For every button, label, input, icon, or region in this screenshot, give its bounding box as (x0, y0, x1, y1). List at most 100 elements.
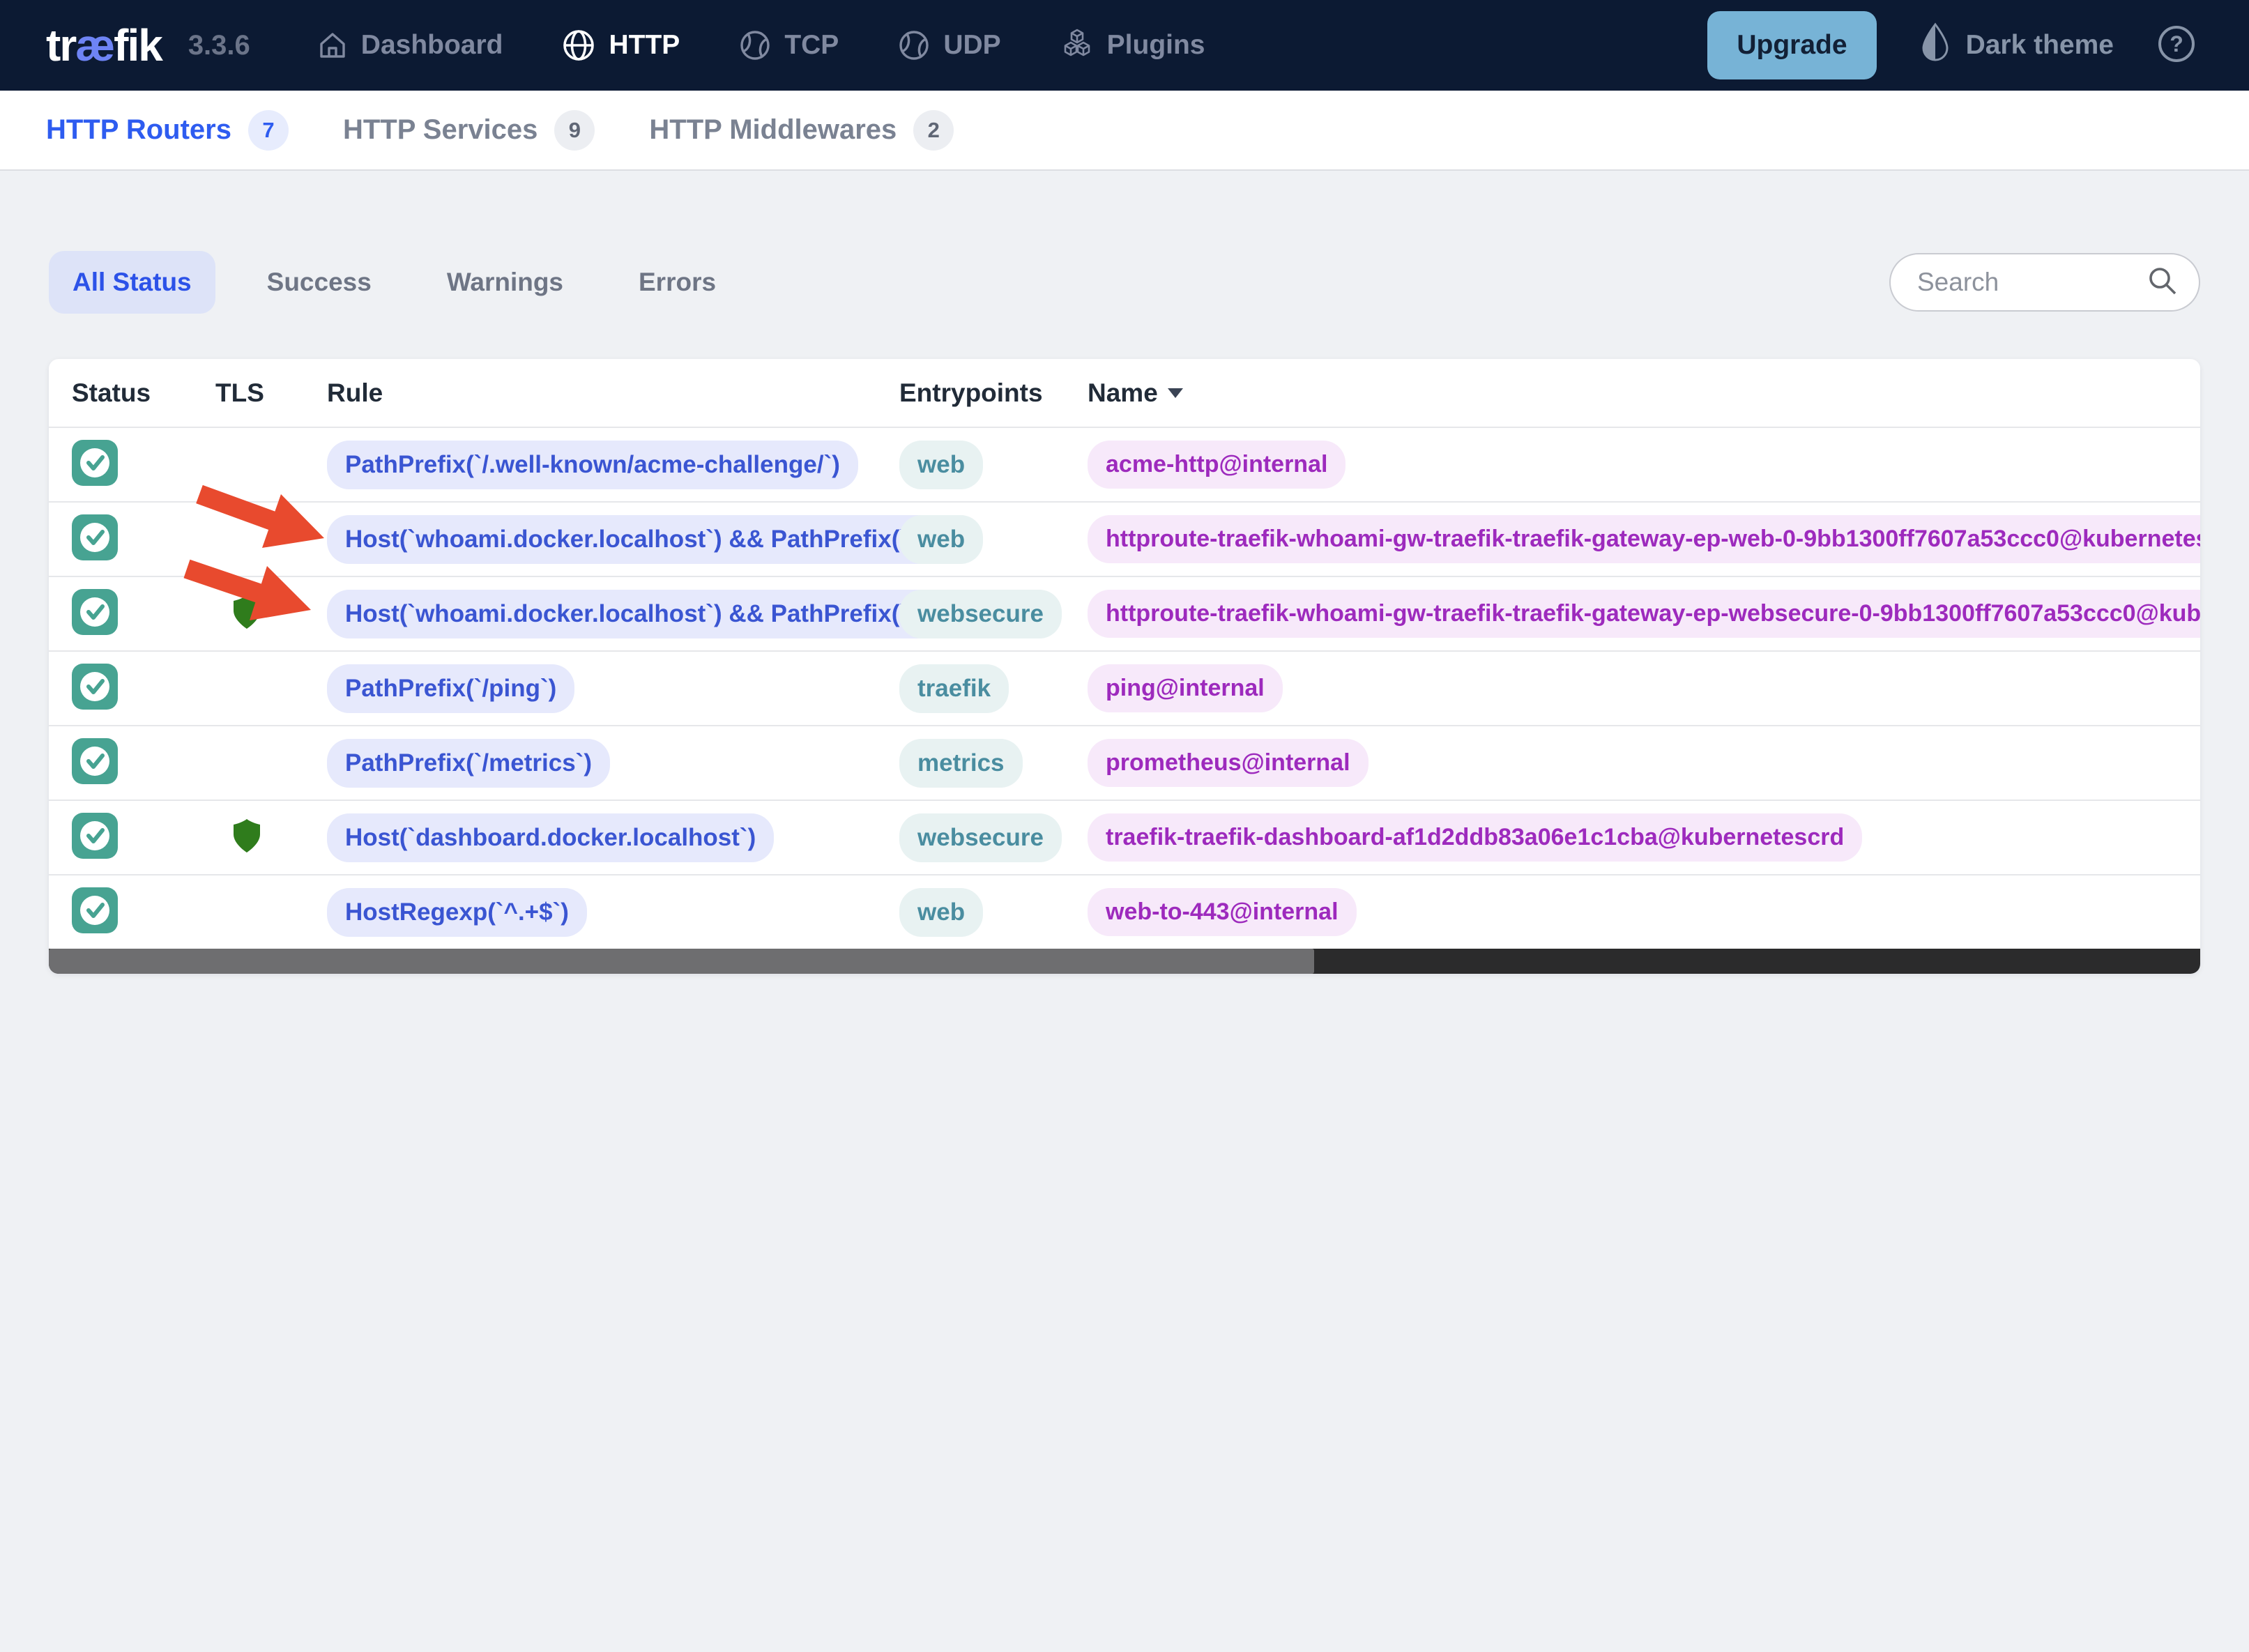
column-header-name[interactable]: Name (1088, 378, 2200, 408)
status-cell (72, 813, 215, 862)
nav-item-label: TCP (784, 30, 839, 60)
name-cell: acme-http@internal (1088, 441, 2200, 489)
filter-warnings[interactable]: Warnings (423, 251, 587, 314)
nav-item-udp[interactable]: UDP (897, 29, 1001, 62)
entrypoint-pill: web (899, 887, 984, 937)
status-cell (72, 514, 215, 564)
main-nav: Dashboard HTTP TCP UDP Plugins (317, 28, 1205, 63)
name-pill: ping@internal (1088, 664, 1283, 712)
rule-pill: Host(`whoami.docker.localhost`) && PathP… (327, 589, 950, 638)
name-cell: httproute-traefik-whoami-gw-traefik-trae… (1088, 590, 2200, 638)
tab-label: HTTP Middlewares (649, 114, 897, 145)
rule-pill: Host(`whoami.docker.localhost`) && PathP… (327, 514, 950, 564)
nav-item-http[interactable]: HTTP (561, 28, 680, 63)
nav-item-label: Plugins (1106, 30, 1205, 60)
logo-text: tr (46, 20, 77, 70)
filter-success[interactable]: Success (243, 251, 395, 314)
svg-text:?: ? (2170, 31, 2183, 56)
column-header-entrypoints: Entrypoints (899, 378, 1043, 407)
table-row[interactable]: Host(`whoami.docker.localhost`) && PathP… (49, 576, 2200, 650)
column-header-rule: Rule (327, 378, 383, 407)
name-cell: httproute-traefik-whoami-gw-traefik-trae… (1088, 515, 2200, 563)
name-pill: traefik-traefik-dashboard-af1d2ddb83a06e… (1088, 813, 1863, 862)
name-pill: acme-http@internal (1088, 441, 1346, 489)
entrypoint-pill: traefik (899, 664, 1009, 713)
rule-cell: PathPrefix(`/ping`) (327, 664, 899, 713)
count-badge: 7 (247, 109, 289, 151)
entrypoints-cell: websecure (899, 589, 1088, 638)
navbar-right: Upgrade Dark theme ? (1707, 11, 2196, 79)
entrypoint-pill: metrics (899, 738, 1023, 788)
search-box (1889, 253, 2200, 312)
table-row[interactable]: HostRegexp(`^.+$`) web web-to-443@intern… (49, 874, 2200, 949)
traefik-logo[interactable]: tr æ fik (46, 20, 163, 71)
rule-cell: Host(`whoami.docker.localhost`) && PathP… (327, 589, 950, 638)
rule-cell: Host(`dashboard.docker.localhost`) (327, 813, 899, 862)
nav-item-plugins[interactable]: Plugins (1060, 28, 1205, 63)
tls-cell (215, 594, 327, 634)
status-cell (72, 887, 215, 937)
nav-item-label: Dashboard (360, 30, 503, 60)
table-header: Status TLS Rule Entrypoints Name (49, 359, 2200, 427)
tls-shield-icon (231, 594, 263, 630)
upgrade-button[interactable]: Upgrade (1707, 11, 1877, 79)
version-label: 3.3.6 (188, 29, 250, 61)
cubes-icon (1060, 28, 1095, 63)
tab-label: HTTP Services (342, 114, 538, 145)
rule-pill: PathPrefix(`/.well-known/acme-challenge/… (327, 440, 858, 489)
name-cell: ping@internal (1088, 664, 2200, 712)
theme-toggle[interactable]: Dark theme (1920, 22, 2114, 68)
nav-item-tcp[interactable]: TCP (738, 29, 839, 62)
tab-http-routers[interactable]: HTTP Routers 7 (46, 109, 289, 151)
theme-toggle-label: Dark theme (1965, 30, 2114, 60)
horizontal-scrollbar-track (49, 949, 2200, 974)
nav-item-dashboard[interactable]: Dashboard (317, 29, 503, 61)
name-pill: httproute-traefik-whoami-gw-traefik-trae… (1088, 590, 2200, 638)
protocol-sphere-icon (897, 29, 931, 62)
help-button[interactable]: ? (2157, 24, 2196, 67)
status-cell (72, 738, 215, 788)
tls-cell (215, 818, 327, 857)
status-filters: All Status Success Warnings Errors (49, 251, 740, 314)
rule-cell: HostRegexp(`^.+$`) (327, 887, 899, 937)
nav-item-label: UDP (943, 30, 1001, 60)
name-pill: prometheus@internal (1088, 739, 1369, 787)
horizontal-scrollbar-thumb[interactable] (49, 949, 1314, 974)
search-icon (2146, 264, 2179, 301)
count-badge: 9 (554, 109, 595, 151)
droplet-contrast-icon (1920, 22, 1951, 68)
rule-pill: PathPrefix(`/metrics`) (327, 738, 610, 788)
table-row[interactable]: Host(`dashboard.docker.localhost`) webse… (49, 800, 2200, 874)
tab-http-services[interactable]: HTTP Services 9 (342, 109, 595, 151)
status-success-icon (72, 887, 118, 933)
rule-cell: Host(`whoami.docker.localhost`) && PathP… (327, 514, 950, 564)
name-cell: web-to-443@internal (1088, 888, 2200, 936)
routers-table: Status TLS Rule Entrypoints Name PathPre… (49, 359, 2200, 974)
status-success-icon (72, 514, 118, 560)
table-row[interactable]: Host(`whoami.docker.localhost`) && PathP… (49, 501, 2200, 576)
status-cell (72, 664, 215, 713)
search-input[interactable] (1917, 268, 2146, 297)
rule-pill: PathPrefix(`/ping`) (327, 664, 575, 713)
entrypoints-cell: web (899, 887, 1088, 937)
status-success-icon (72, 589, 118, 635)
tab-http-middlewares[interactable]: HTTP Middlewares 2 (649, 109, 954, 151)
rule-cell: PathPrefix(`/.well-known/acme-challenge/… (327, 440, 899, 489)
logo-ae-ligature: æ (75, 20, 115, 70)
rule-pill: HostRegexp(`^.+$`) (327, 887, 587, 937)
entrypoint-pill: websecure (899, 589, 1062, 638)
table-row[interactable]: PathPrefix(`/.well-known/acme-challenge/… (49, 427, 2200, 501)
status-success-icon (72, 738, 118, 784)
entrypoint-pill: websecure (899, 813, 1062, 862)
table-row[interactable]: PathPrefix(`/ping`) traefik ping@interna… (49, 650, 2200, 725)
table-row[interactable]: PathPrefix(`/metrics`) metrics prometheu… (49, 725, 2200, 800)
top-navbar: tr æ fik 3.3.6 Dashboard HTTP TCP UDP Pl… (0, 0, 2249, 91)
entrypoint-pill: web (899, 514, 984, 564)
tls-shield-icon (231, 818, 263, 854)
filter-errors[interactable]: Errors (615, 251, 740, 314)
filter-all-status[interactable]: All Status (49, 251, 215, 314)
status-success-icon (72, 664, 118, 710)
count-badge: 2 (913, 109, 954, 151)
entrypoints-cell: web (899, 514, 1088, 564)
entrypoint-pill: web (899, 440, 984, 489)
